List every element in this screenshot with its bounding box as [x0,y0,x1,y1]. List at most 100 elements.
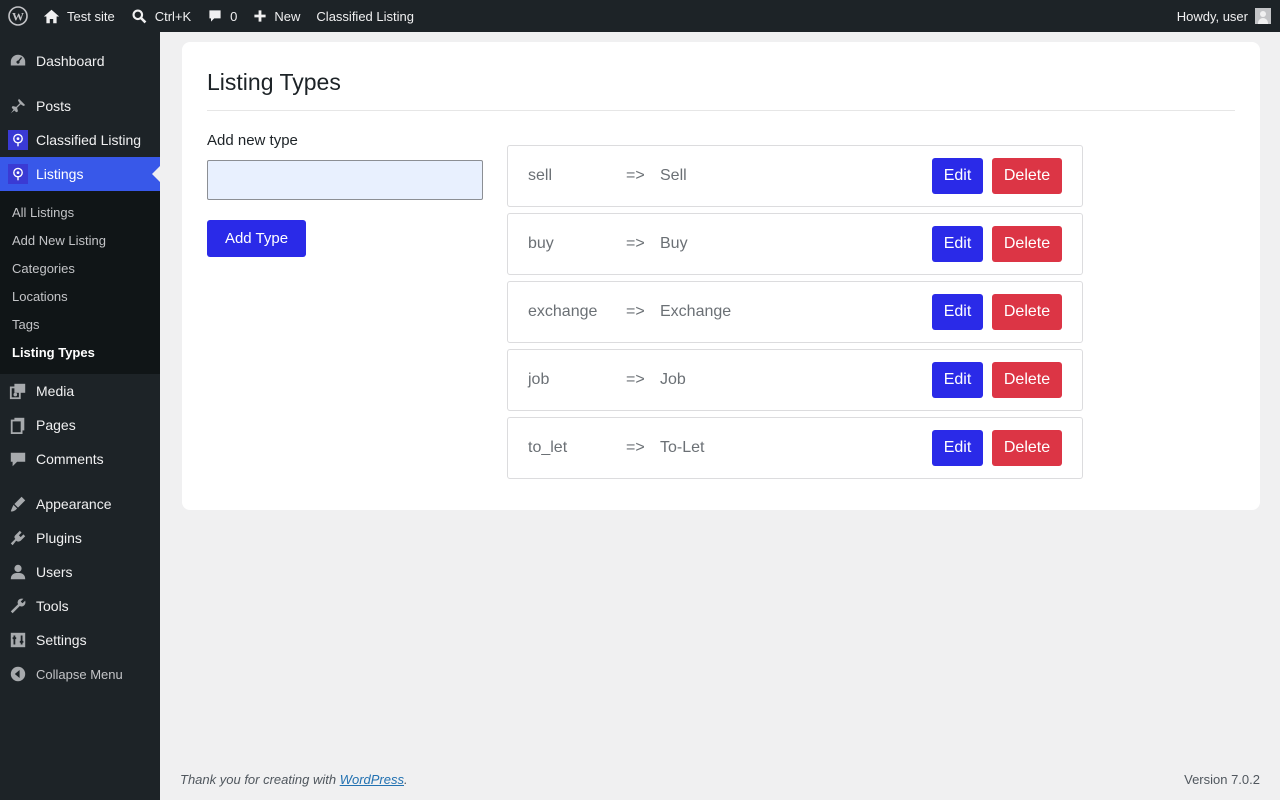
menu-label: Tools [36,598,69,614]
add-type-button[interactable]: Add Type [207,220,306,257]
search-shortcut[interactable]: Ctrl+K [123,0,199,32]
pin-icon [0,97,36,115]
type-key: buy [528,235,554,252]
add-type-label: Add new type [207,132,298,149]
list-item: sell => Sell Edit Delete [507,145,1083,207]
comment-icon [207,8,223,24]
search-shortcut-label: Ctrl+K [154,8,192,24]
edit-button[interactable]: Edit [932,362,983,398]
site-name-link[interactable]: Test site [35,0,123,32]
delete-button[interactable]: Delete [992,430,1062,466]
avatar [1255,8,1271,24]
listing-types-panel: Listing Types Add new type Add Type sell… [182,42,1260,510]
menu-label: Plugins [36,530,82,546]
type-value: To-Let [660,439,705,456]
menu-users[interactable]: Users [0,555,160,589]
wordpress-logo-icon[interactable]: W [0,0,35,32]
type-arrow: => [626,235,645,252]
admin-bar: W Test site Ctrl+K 0 New Classified List… [0,0,1280,32]
footer-period: . [404,772,408,787]
menu-posts[interactable]: Posts [0,89,160,123]
menu-label: Media [36,383,75,399]
wordpress-link[interactable]: WordPress [340,772,404,787]
comments-link[interactable]: 0 [199,0,245,32]
edit-button[interactable]: Edit [932,226,983,262]
list-item: to_let => To-Let Edit Delete [507,417,1083,479]
footer-thanks: Thank you for creating with [180,772,340,787]
list-item: buy => Buy Edit Delete [507,213,1083,275]
footer-credit: Thank you for creating with WordPress. [180,772,408,787]
type-arrow: => [626,371,645,388]
menu-settings[interactable]: Settings [0,623,160,657]
menu-appearance[interactable]: Appearance [0,487,160,521]
type-value: Exchange [660,303,732,320]
howdy-label: Howdy, user [1176,8,1248,24]
submenu-tags[interactable]: Tags [0,310,160,338]
edit-button[interactable]: Edit [932,294,983,330]
menu-label: Posts [36,98,72,114]
list-item: exchange => Exchange Edit Delete [507,281,1083,343]
collapse-menu-button[interactable]: Collapse Menu [0,657,160,691]
submenu-listing-types[interactable]: Listing Types [0,338,160,366]
type-key: sell [528,167,553,184]
page-title: Listing Types [207,69,341,95]
type-key: exchange [528,303,598,320]
type-key: job [528,371,550,388]
home-icon [43,8,60,25]
menu-listings[interactable]: Listings [0,157,160,191]
menu-media[interactable]: Media [0,374,160,408]
menu-dashboard[interactable]: Dashboard [0,44,160,78]
menu-label: Comments [36,451,104,467]
menu-label: Classified Listing [36,132,142,148]
comment-icon [0,450,36,468]
title-divider [207,110,1235,111]
comments-count: 0 [230,8,238,24]
settings-icon [0,631,36,649]
delete-button[interactable]: Delete [992,362,1062,398]
menu-label: Appearance [36,496,112,512]
menu-plugins[interactable]: Plugins [0,521,160,555]
plus-icon [253,9,267,23]
submenu-categories[interactable]: Categories [0,254,160,282]
new-label: New [274,8,301,24]
menu-classified-listing[interactable]: Classified Listing [0,123,160,157]
menu-label: Dashboard [36,53,105,69]
search-icon [131,8,148,25]
dashboard-icon [0,52,36,70]
type-value: Sell [660,167,687,184]
type-key: to_let [528,439,568,456]
delete-button[interactable]: Delete [992,226,1062,262]
delete-button[interactable]: Delete [992,294,1062,330]
menu-label: Pages [36,417,76,433]
listings-submenu: All Listings Add New Listing Categories … [0,191,160,374]
submenu-locations[interactable]: Locations [0,282,160,310]
list-item: job => Job Edit Delete [507,349,1083,411]
submenu-add-new-listing[interactable]: Add New Listing [0,226,160,254]
svg-text:W: W [12,10,24,24]
menu-label: Users [36,564,73,580]
submenu-all-listings[interactable]: All Listings [0,198,160,226]
new-type-input[interactable] [207,160,483,200]
site-name: Test site [67,8,115,24]
edit-button[interactable]: Edit [932,430,983,466]
admin-sidebar: Dashboard Posts Classified Listing Listi… [0,32,160,800]
classified-listing-icon [0,164,36,184]
new-content-link[interactable]: New [245,0,308,32]
user-icon [0,563,36,581]
edit-button[interactable]: Edit [932,158,983,194]
collapse-icon [0,666,36,682]
classified-listing-link[interactable]: Classified Listing [308,0,422,32]
account-menu[interactable]: Howdy, user [1169,0,1280,32]
menu-pages[interactable]: Pages [0,408,160,442]
type-arrow: => [626,303,645,320]
classified-listing-label: Classified Listing [316,8,414,24]
type-value: Job [660,371,686,388]
media-icon [0,382,36,400]
menu-tools[interactable]: Tools [0,589,160,623]
menu-label: Listings [36,166,84,182]
collapse-label: Collapse Menu [36,666,123,682]
delete-button[interactable]: Delete [992,158,1062,194]
type-arrow: => [626,439,645,456]
menu-comments[interactable]: Comments [0,442,160,476]
footer-version: Version 7.0.2 [1184,772,1260,787]
